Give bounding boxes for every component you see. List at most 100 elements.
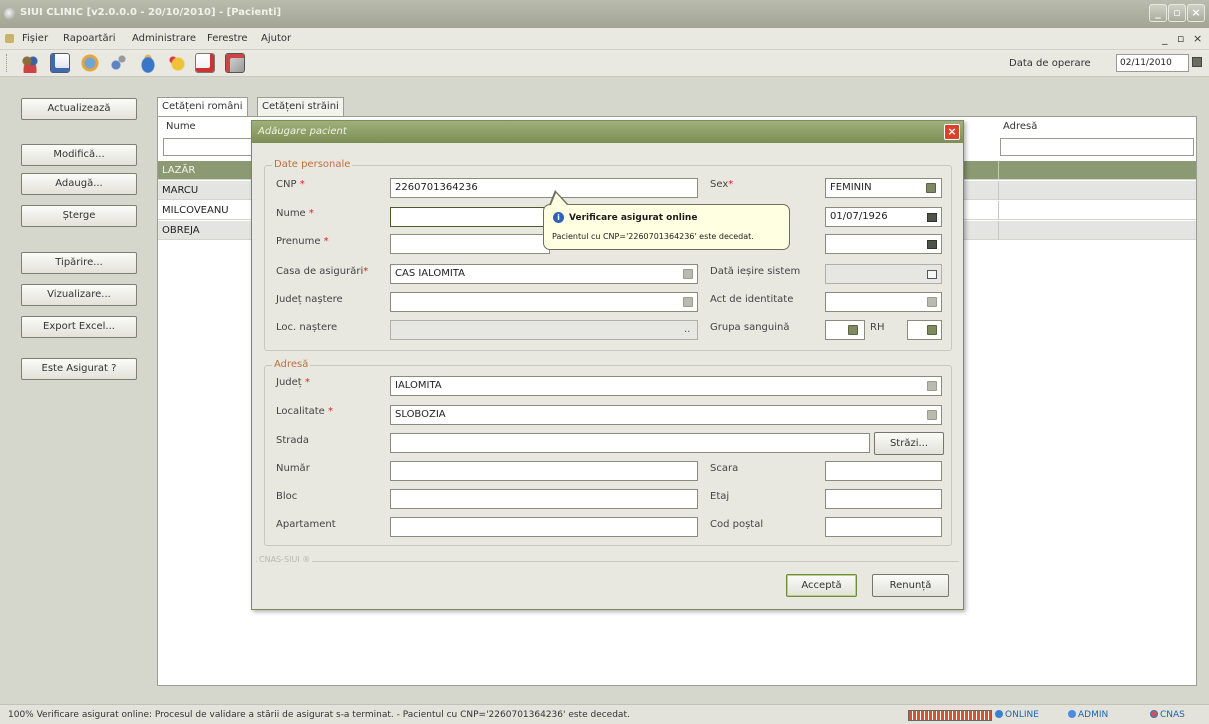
user-icon <box>1068 710 1076 718</box>
pdf-document-icon[interactable] <box>195 53 215 73</box>
data-iesire-calendar-icon[interactable] <box>927 270 937 279</box>
filter-nume-input[interactable] <box>163 138 253 156</box>
cnas-indicator: CNAS <box>1150 710 1185 720</box>
mdi-close[interactable]: × <box>1193 32 1202 45</box>
operation-date-field[interactable]: 02/11/2010 <box>1116 54 1189 72</box>
edit-button[interactable]: Modifică... <box>21 144 137 166</box>
judet-label: Județ * <box>276 377 310 388</box>
preview-button[interactable]: Vizualizare... <box>21 284 137 306</box>
column-header-adresa[interactable]: Adresă <box>1003 121 1037 132</box>
minimize-button[interactable]: _ <box>1149 4 1167 22</box>
menu-bar: Fișier Rapoartări Administrare Ferestre … <box>0 28 1209 50</box>
localitate-label: Localitate * <box>276 406 334 417</box>
act-identitate-field[interactable] <box>825 292 942 312</box>
menu-ferestre[interactable]: Ferestre <box>207 33 248 44</box>
add-button[interactable]: Adaugă... <box>21 173 137 195</box>
birth-date-field[interactable]: 01/07/1926 <box>825 207 942 227</box>
cod-postal-field[interactable] <box>825 517 942 537</box>
bloc-field[interactable] <box>390 489 698 509</box>
info-icon: i <box>553 212 564 223</box>
cnp-field[interactable]: 2260701364236 <box>390 178 698 198</box>
maximize-button[interactable]: ▫ <box>1168 4 1186 22</box>
reports-icon[interactable] <box>166 53 186 73</box>
data-iesire-label: Dată ieșire sistem <box>710 266 801 277</box>
operation-date-label: Data de operare <box>1009 58 1091 69</box>
grupa-sanguina-label: Grupa sanguină <box>710 322 790 333</box>
user-indicator: ADMIN <box>1068 710 1108 720</box>
tab-romanian-citizens[interactable]: Cetățeni români <box>157 97 248 117</box>
refresh-button[interactable]: Actualizează <box>21 98 137 120</box>
app-icon <box>4 8 16 20</box>
personal-data-legend: Date personale <box>272 159 353 170</box>
column-header-nume[interactable]: Nume <box>166 121 196 132</box>
document-check-icon[interactable] <box>50 53 70 73</box>
act-identitate-label: Act de identitate <box>710 294 794 305</box>
nume-field[interactable] <box>390 207 550 227</box>
sync-icon[interactable] <box>80 53 100 73</box>
stethoscope-icon[interactable] <box>108 53 128 73</box>
close-window-button[interactable]: × <box>1187 4 1205 22</box>
balloon-text: Pacientul cu CNP='2260701364236' este de… <box>552 232 754 241</box>
calendar-icon[interactable] <box>1192 57 1202 67</box>
menu-administrare[interactable]: Administrare <box>132 33 196 44</box>
birth-date-calendar-icon[interactable] <box>927 213 937 222</box>
filter-adresa-input[interactable] <box>1000 138 1194 156</box>
sex-field[interactable]: FEMININ <box>825 178 942 198</box>
extra-date-calendar-icon[interactable] <box>927 240 937 249</box>
apartament-field[interactable] <box>390 517 698 537</box>
extra-date-field[interactable] <box>825 234 942 254</box>
cod-postal-label: Cod poștal <box>710 519 764 530</box>
sex-dropdown-icon[interactable] <box>926 183 936 193</box>
rh-dropdown-icon[interactable] <box>927 325 937 335</box>
tab-foreign-citizens[interactable]: Cetățeni străini <box>257 97 344 116</box>
menu-ajutor[interactable]: Ajutor <box>261 33 291 44</box>
menu-fisier[interactable]: Fișier <box>22 33 48 44</box>
localitate-dropdown-icon[interactable] <box>927 410 937 420</box>
localitate-field[interactable]: SLOBOZIA <box>390 405 942 425</box>
print-button[interactable]: Tipărire... <box>21 252 137 274</box>
prenume-field[interactable] <box>390 234 550 254</box>
accept-button[interactable]: Acceptă <box>786 574 857 597</box>
scara-field[interactable] <box>825 461 942 481</box>
grupa-dropdown-icon[interactable] <box>848 325 858 335</box>
toolbar: Data de operare 02/11/2010 <box>0 50 1209 77</box>
judet-dropdown-icon[interactable] <box>927 381 937 391</box>
strada-label: Strada <box>276 435 309 446</box>
judet-nastere-dropdown-icon[interactable] <box>683 297 693 307</box>
exit-icon[interactable] <box>225 53 245 73</box>
loc-nastere-label: Loc. naștere <box>276 322 338 333</box>
numar-field[interactable] <box>390 461 698 481</box>
dialog-title: Adăugare pacient <box>258 126 347 137</box>
loc-nastere-browse-icon[interactable]: .. <box>684 324 690 335</box>
loc-nastere-field[interactable] <box>390 320 698 340</box>
balloon-title: Verificare asigurat online <box>569 213 698 223</box>
check-insured-button[interactable]: Este Asigurat ? <box>21 358 137 380</box>
window-title: SIUI CLINIC [v2.0.0.0 - 20/10/2010] - [P… <box>20 7 282 18</box>
progress-bar <box>908 710 992 721</box>
toolbar-grip <box>6 54 8 72</box>
act-dropdown-icon[interactable] <box>927 297 937 307</box>
judet-nastere-field[interactable] <box>390 292 698 312</box>
dialog-close-button[interactable]: × <box>944 124 960 140</box>
doctor-icon[interactable] <box>138 53 158 73</box>
cancel-button[interactable]: Renunță <box>872 574 949 597</box>
bloc-label: Bloc <box>276 491 298 502</box>
grupa-sanguina-field[interactable] <box>825 320 865 340</box>
patients-icon[interactable] <box>20 53 40 73</box>
etaj-label: Etaj <box>710 491 730 502</box>
row-name: MILCOVEANU <box>162 205 229 216</box>
streets-button[interactable]: Străzi... <box>874 432 944 455</box>
mdi-minimize[interactable]: _ <box>1162 32 1168 45</box>
row-name: OBREJA <box>162 225 200 236</box>
data-iesire-field[interactable] <box>825 264 942 284</box>
mdi-restore[interactable]: ▫ <box>1177 32 1184 45</box>
strada-field[interactable] <box>390 433 870 453</box>
etaj-field[interactable] <box>825 489 942 509</box>
judet-field[interactable]: IALOMITA <box>390 376 942 396</box>
cnp-label: CNP * <box>276 179 305 190</box>
casa-asigurari-field[interactable]: CAS IALOMITA <box>390 264 698 284</box>
export-excel-button[interactable]: Export Excel... <box>21 316 137 338</box>
delete-button[interactable]: Șterge <box>21 205 137 227</box>
casa-dropdown-icon[interactable] <box>683 269 693 279</box>
menu-rapoartari[interactable]: Rapoartări <box>63 33 116 44</box>
